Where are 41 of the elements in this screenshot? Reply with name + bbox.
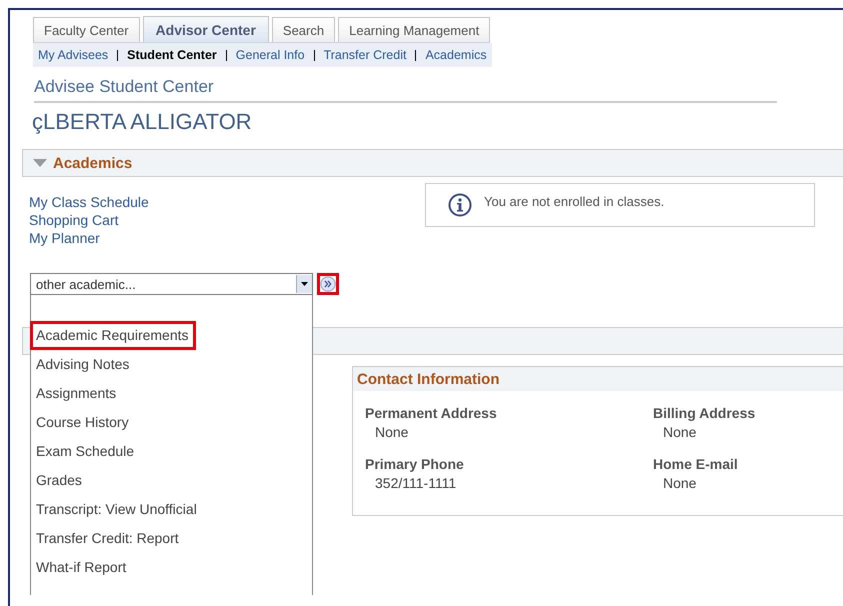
- panel-title: Contact Information: [353, 367, 843, 391]
- dropdown-option[interactable]: Advising Notes: [30, 350, 136, 379]
- dropdown-option[interactable]: What-if Report: [30, 553, 132, 582]
- dropdown-option[interactable]: Grades: [30, 466, 88, 495]
- caret-icon: [301, 282, 308, 286]
- dropdown-option[interactable]: Transcript: View Unofficial: [30, 495, 203, 524]
- field-value: 352/111-1111: [374, 475, 458, 491]
- field-label: Home E-mail: [653, 456, 739, 472]
- info-icon: [448, 193, 472, 217]
- link[interactable]: Shopping Cart: [29, 211, 119, 229]
- tab[interactable]: Learning Management: [338, 17, 490, 42]
- dropdown-option[interactable]: Academic Requirements: [30, 321, 196, 350]
- field-label: Permanent Address: [365, 405, 498, 421]
- nav-link[interactable]: Student Center: [127, 48, 217, 62]
- dropdown[interactable]: other academic...: [30, 273, 313, 295]
- tab[interactable]: Advisor Center: [142, 16, 269, 42]
- link[interactable]: My Planner: [29, 229, 100, 247]
- nav-link[interactable]: My Advisees: [38, 48, 108, 62]
- page-title: Advisee Student Center: [34, 77, 777, 103]
- nav-link[interactable]: General Info: [236, 48, 305, 62]
- nav-link[interactable]: Transfer Credit: [324, 48, 406, 62]
- notice-text: You are not enrolled in classes.: [484, 194, 664, 209]
- section-header[interactable]: Academics: [22, 149, 843, 177]
- nav-link[interactable]: Academics: [425, 48, 487, 62]
- field-label: Primary Phone: [365, 456, 465, 472]
- section-title: Academics: [53, 154, 132, 172]
- field-value: None: [662, 424, 698, 440]
- field-label: Billing Address: [653, 405, 756, 421]
- field-value: None: [662, 475, 698, 491]
- tab[interactable]: Faculty Center: [33, 17, 140, 42]
- go-button[interactable]: [317, 273, 339, 295]
- collapse-triangle-icon[interactable]: [33, 158, 47, 168]
- dropdown-option[interactable]: Course History: [30, 408, 135, 437]
- double-chevron-icon: [320, 275, 336, 293]
- link[interactable]: My Class Schedule: [29, 193, 149, 211]
- tab[interactable]: Search: [272, 17, 336, 42]
- dropdown-option[interactable]: Assignments: [30, 379, 122, 408]
- student-name: çLBERTA ALLIGATOR: [32, 109, 253, 136]
- dropdown-option[interactable]: Exam Schedule: [30, 437, 140, 466]
- field-value: None: [374, 424, 410, 440]
- dropdown-option[interactable]: Transfer Credit: Report: [30, 524, 185, 553]
